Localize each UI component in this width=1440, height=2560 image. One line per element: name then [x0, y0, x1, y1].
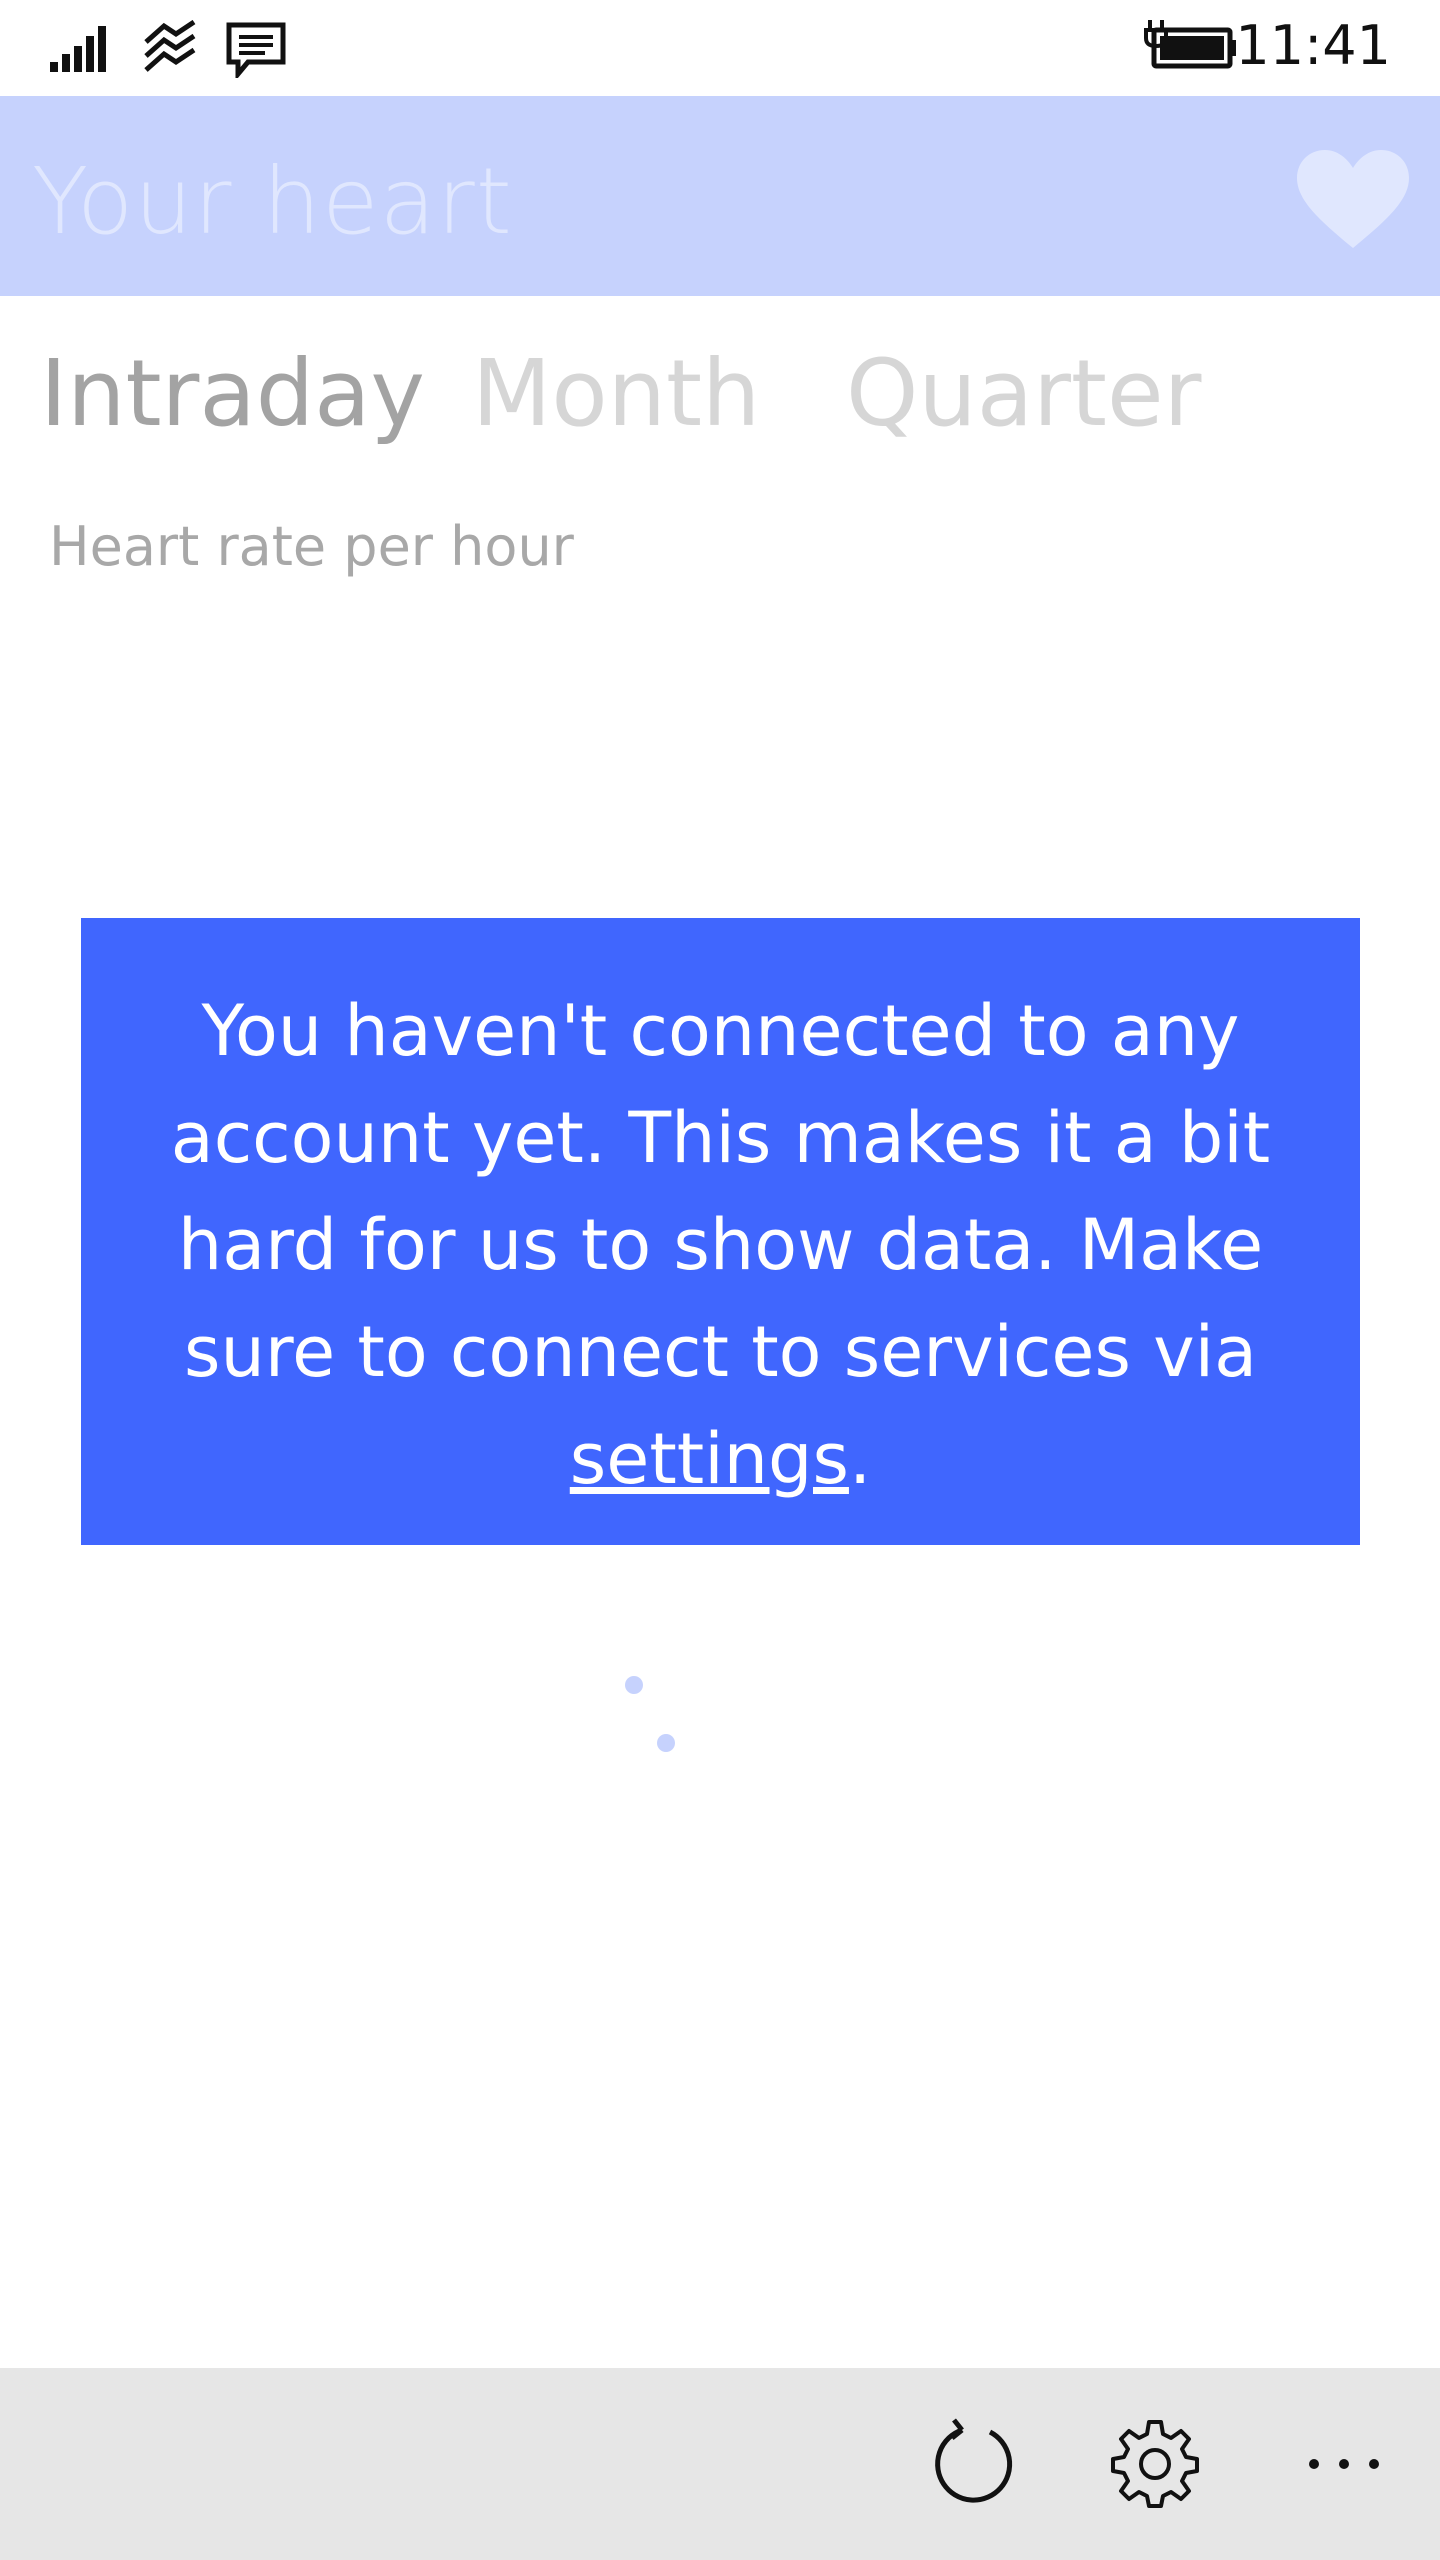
- loading-dot: [625, 1676, 643, 1694]
- heart-icon: [1297, 150, 1409, 248]
- app-screen: 11:41 Your heart Intraday Month Quarter …: [0, 0, 1440, 2560]
- battery-charging-icon: [1144, 20, 1236, 69]
- chart-subtitle: Heart rate per hour: [49, 515, 574, 578]
- app-bar: [0, 2368, 1440, 2560]
- period-tabs: Intraday Month Quarter: [0, 340, 1440, 470]
- status-bar: 11:41: [0, 0, 1440, 96]
- message-text: You haven't connected to any account yet…: [170, 990, 1271, 1393]
- no-account-message: You haven't connected to any account yet…: [81, 918, 1360, 1545]
- tab-intraday[interactable]: Intraday: [40, 340, 425, 447]
- page-title: Your heart: [32, 148, 513, 255]
- wifi-icon: [144, 20, 196, 72]
- loading-dot: [657, 1734, 675, 1752]
- app-header: Your heart: [0, 96, 1440, 296]
- settings-gear-icon[interactable]: [1107, 2416, 1203, 2512]
- more-icon[interactable]: [1296, 2416, 1392, 2512]
- signal-icon: [50, 26, 106, 72]
- message-text-end: .: [848, 1418, 872, 1500]
- tab-quarter[interactable]: Quarter: [846, 340, 1201, 447]
- settings-link[interactable]: settings: [570, 1418, 849, 1500]
- clock-time: 11:41: [1235, 14, 1391, 77]
- refresh-icon[interactable]: [924, 2416, 1020, 2512]
- tab-month[interactable]: Month: [472, 340, 760, 447]
- message-icon: [226, 22, 286, 78]
